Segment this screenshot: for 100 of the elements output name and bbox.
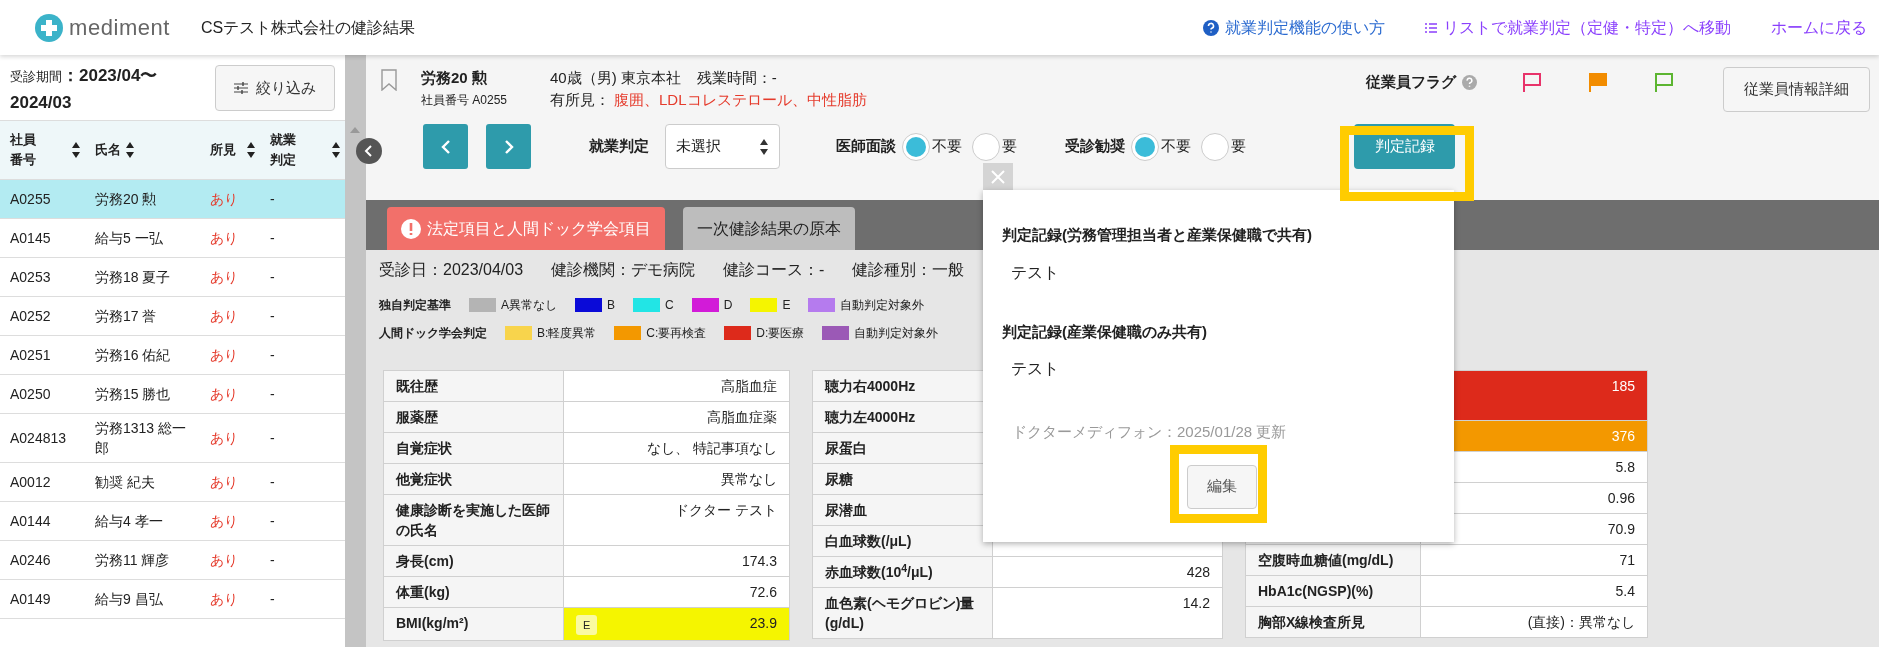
- finding-text: あり: [209, 428, 239, 448]
- finding-text: あり: [209, 384, 239, 404]
- record-text: テスト: [1010, 262, 1060, 283]
- column-header[interactable]: 氏名: [95, 140, 121, 160]
- header-link[interactable]: ホームに戻る: [1771, 15, 1867, 40]
- finding-text: あり: [209, 306, 239, 326]
- judgement-text: -: [269, 472, 276, 492]
- column-header[interactable]: 就業判定: [270, 130, 299, 170]
- radio-option[interactable]: 不要: [902, 132, 962, 161]
- filter-button[interactable]: 絞り込み: [215, 65, 335, 111]
- label-cell: HbA1c(NGSP)(%): [1246, 576, 1421, 606]
- radio-button[interactable]: [1201, 132, 1229, 161]
- sort-icon[interactable]: [331, 141, 341, 159]
- legend-label: E: [782, 297, 791, 314]
- radio-button[interactable]: [972, 132, 1000, 161]
- finding-text: あり: [209, 589, 239, 609]
- period-text: 受診期間：2023/04〜2024/03: [10, 65, 159, 114]
- employee-profile: 40歳（男) 東京本社: [550, 68, 681, 88]
- overtime-text: 残業時間：-: [696, 68, 777, 88]
- scrollbar[interactable]: [345, 55, 366, 647]
- employee-name: 給与5 一弘: [94, 229, 164, 248]
- finding-text: あり: [209, 511, 239, 531]
- employee-name: 労務16 佑紀: [94, 346, 172, 365]
- employee-id: A0252: [9, 306, 52, 326]
- label-cell: 胸部X線検査所見: [1246, 607, 1421, 637]
- sort-icon[interactable]: [125, 141, 135, 159]
- sliders-icon: [234, 82, 248, 94]
- detail-button[interactable]: 従業員情報詳細: [1723, 67, 1870, 112]
- employee-id: A0149: [9, 589, 52, 609]
- employee-id: A0144: [9, 511, 52, 531]
- record-text: テスト: [1010, 359, 1060, 379]
- close-icon: [990, 168, 1006, 185]
- radio-option[interactable]: 要: [1201, 132, 1246, 161]
- judgement-label: 就業判定: [589, 136, 649, 157]
- chevron-left-icon: [440, 139, 451, 154]
- judgement-select[interactable]: 未選択: [665, 124, 780, 169]
- employee-name: 労務15 勝也: [94, 385, 172, 404]
- header-link[interactable]: リストで就業判定（定健・特定）へ移動: [1425, 15, 1731, 40]
- label-cell: 体重(kg): [384, 577, 564, 607]
- findings-text: 腹囲、LDLコレステロール、中性脂肪: [614, 90, 867, 110]
- judgement-text: -: [269, 267, 276, 287]
- legend-label: C: [665, 297, 674, 314]
- help-icon: [1203, 19, 1219, 36]
- sort-icon[interactable]: [246, 141, 256, 159]
- grade-badge: E: [576, 615, 598, 635]
- column-header[interactable]: 社員番号: [10, 130, 39, 170]
- finding-text: あり: [209, 267, 239, 287]
- flag-label: 従業員フラグ: [1366, 72, 1456, 92]
- label-cell: 既往歴: [384, 371, 564, 401]
- employee-name: 労務1313 総一郎: [94, 419, 188, 458]
- label-cell: BMI(kg/m²): [384, 608, 564, 640]
- employee-name: 労務20 勲: [94, 190, 158, 209]
- flag-icon[interactable]: [1653, 71, 1675, 94]
- employee-id: A0012: [9, 472, 52, 492]
- judgement-text: -: [269, 589, 276, 609]
- finding-text: あり: [209, 228, 239, 248]
- tab[interactable]: 一次健診結果の原本: [683, 207, 855, 250]
- next-button[interactable]: [486, 124, 531, 169]
- page-title: CSテスト株式会社の健診結果: [201, 17, 416, 38]
- judgement-text: -: [269, 384, 276, 404]
- logo-icon: [35, 13, 63, 42]
- radio-group-label: 医師面談: [836, 136, 896, 157]
- radio-button[interactable]: [902, 132, 930, 161]
- employee-id: A0250: [9, 384, 52, 404]
- finding-text: あり: [209, 345, 239, 365]
- employee-row[interactable]: A0255 労務20 勲 あり -: [0, 180, 345, 219]
- radio-option[interactable]: 要: [972, 132, 1017, 161]
- label-cell: 赤血球数(10$^{4}$/μL): [813, 557, 993, 587]
- exam-info: 健診種別：一般: [852, 260, 965, 280]
- edit-button[interactable]: 編集: [1187, 464, 1257, 509]
- exam-info: 受診日：2023/04/03: [379, 260, 524, 280]
- legend-label: D: [723, 297, 733, 314]
- employee-name: 勧奨 紀夫: [94, 473, 156, 492]
- section-heading: 判定記録(労務管理担当者と産業保健職で共有): [1002, 225, 1313, 245]
- label-cell: 身長(cm): [384, 546, 564, 576]
- help-icon[interactable]: [1462, 74, 1477, 90]
- finding-text: あり: [209, 189, 239, 209]
- label-cell: 白血球数(/μL): [813, 526, 993, 556]
- bookmark-icon[interactable]: [381, 69, 397, 91]
- scroll-up-icon[interactable]: [350, 127, 360, 133]
- flag-icon[interactable]: [1587, 71, 1609, 94]
- legend-label: B: [607, 297, 616, 314]
- previous-button[interactable]: [423, 124, 468, 169]
- employee-id: A0145: [9, 228, 52, 248]
- judgement-text: -: [269, 345, 276, 365]
- employee-id: A0255: [9, 189, 52, 209]
- judgement-text: -: [269, 511, 276, 531]
- radio-button[interactable]: [1131, 132, 1159, 161]
- close-button[interactable]: [983, 163, 1013, 190]
- judgement-text: -: [269, 550, 276, 570]
- employee-id: A024813: [9, 428, 68, 448]
- label-cell: 健康診断を実施した医師の氏名: [384, 495, 564, 545]
- header-link[interactable]: 就業判定機能の使い方: [1203, 15, 1385, 40]
- judgement-text: -: [269, 228, 276, 248]
- radio-option[interactable]: 不要: [1131, 132, 1191, 161]
- column-header[interactable]: 所見: [210, 140, 239, 160]
- legend-label: C:要再検査: [646, 325, 707, 342]
- legend-label: B:軽度異常: [537, 325, 597, 342]
- sort-icon[interactable]: [71, 141, 81, 159]
- flag-icon[interactable]: [1521, 71, 1543, 94]
